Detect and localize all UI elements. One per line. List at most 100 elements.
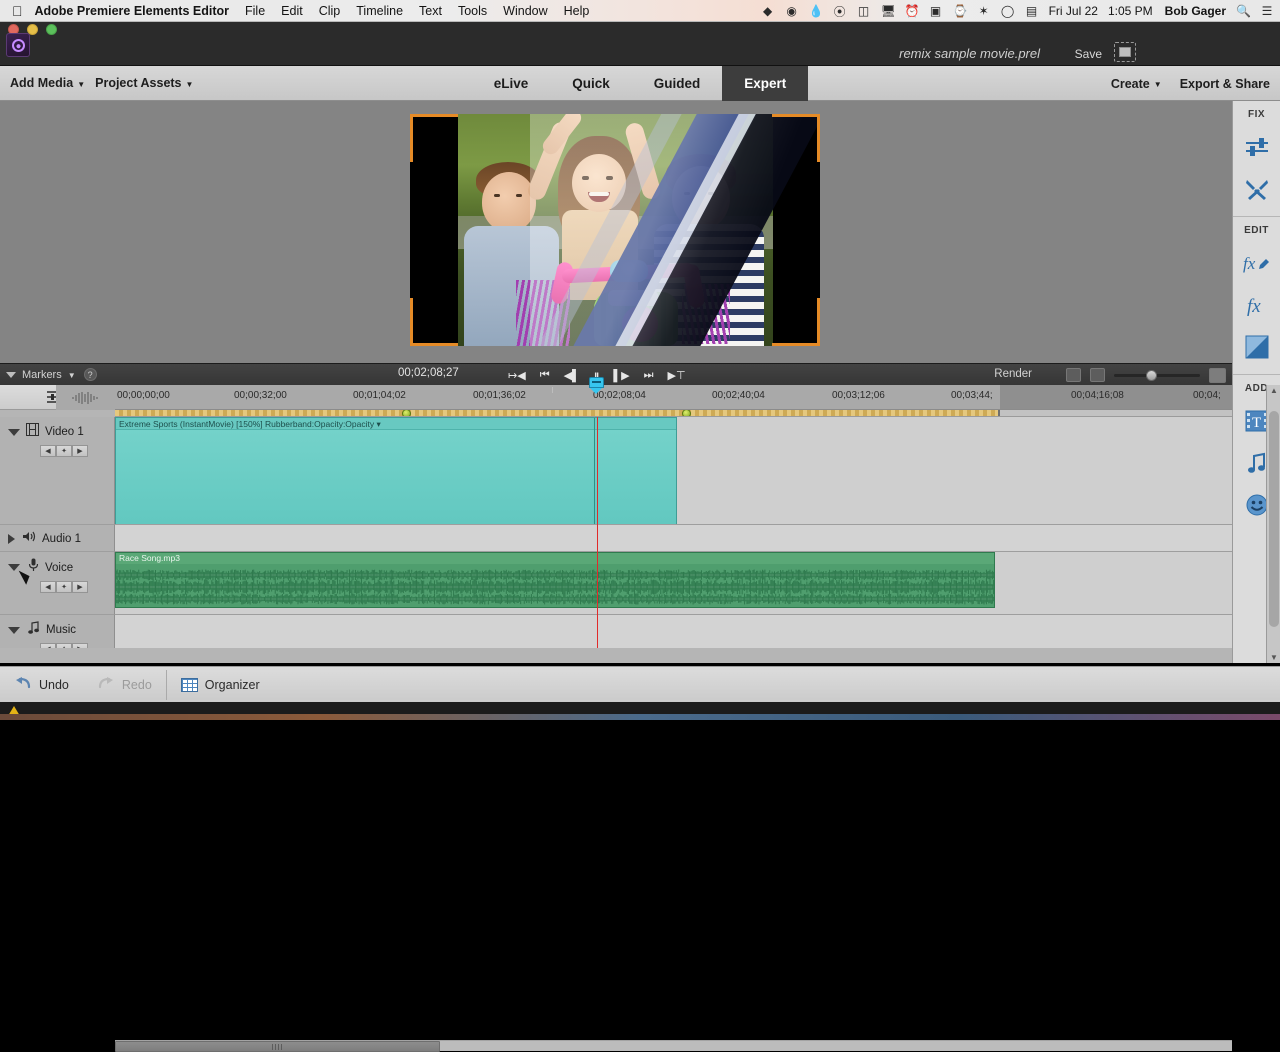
collapse-arrow-icon[interactable] (8, 429, 20, 436)
tab-guided[interactable]: Guided (632, 66, 723, 101)
fullscreen-icon[interactable] (1114, 42, 1136, 62)
tab-expert[interactable]: Expert (722, 66, 808, 101)
adjustments-sliders-icon[interactable] (1233, 126, 1280, 168)
save-button[interactable]: Save (1075, 47, 1102, 61)
battery-icon[interactable]: ◫ (857, 4, 871, 18)
transitions-icon[interactable] (1233, 326, 1280, 368)
fx-pencil-effects-icon[interactable]: fx (1233, 242, 1280, 284)
menu-user-name[interactable]: Bob Gager (1165, 4, 1226, 18)
scroll-up-arrow-icon[interactable]: ▲ (1270, 386, 1278, 395)
add-keyframe-icon[interactable]: ✦ (56, 643, 72, 648)
undo-arrow-icon (14, 676, 32, 694)
evernote-icon[interactable]: ⦿ (833, 3, 847, 20)
fx-icon[interactable]: fx (1233, 284, 1280, 326)
battery-charging-icon[interactable]: ▤ (1025, 4, 1039, 18)
track-body-audio-1[interactable] (115, 525, 1232, 552)
track-header-video-1[interactable]: Video 1 ◀ ✦ ▶ (0, 417, 115, 525)
tab-quick[interactable]: Quick (550, 66, 632, 101)
timeline-horizontal-scrollbar[interactable] (115, 1040, 1232, 1051)
audio-waveform-icon[interactable] (56, 385, 115, 410)
go-to-start-icon[interactable]: ⏮ (540, 369, 550, 382)
next-keyframe-icon[interactable]: ▶ (72, 445, 88, 457)
add-marker-icon[interactable]: ↦◀ (508, 369, 526, 382)
organizer-button[interactable]: Organizer (167, 667, 274, 703)
prev-keyframe-icon[interactable]: ◀ (40, 643, 56, 648)
apple-icon[interactable]:  (12, 4, 23, 18)
next-keyframe-icon[interactable]: ▶ (72, 643, 88, 648)
menu-help[interactable]: Help (564, 4, 590, 18)
child-center-teeth (589, 192, 609, 196)
wifi-icon[interactable]: ◯ (1001, 4, 1015, 18)
track-body-voice[interactable]: Race Song.mp3 (115, 552, 1232, 615)
menu-clip[interactable]: Clip (319, 4, 341, 18)
add-keyframe-icon[interactable]: ✦ (56, 445, 72, 457)
track-body-music[interactable] (115, 615, 1232, 648)
collapse-arrow-icon[interactable] (8, 627, 20, 634)
export-share-button[interactable]: Export & Share (1180, 77, 1270, 91)
redo-button[interactable]: Redo (83, 667, 166, 703)
video-clip-extreme-sports[interactable]: Extreme Sports (InstantMovie) [150%] Rub… (115, 417, 677, 525)
add-text-icon[interactable]: ▶⊤ (668, 369, 686, 382)
track-body-video-1[interactable]: Extreme Sports (InstantMovie) [150%] Rub… (115, 417, 1232, 525)
go-to-end-icon[interactable]: ⏭ (644, 369, 654, 382)
current-time-indicator[interactable] (589, 377, 604, 394)
track-header-voice[interactable]: Voice ◀ ✦ ▶ (0, 552, 115, 615)
child-right-eye (708, 192, 714, 195)
display-icon[interactable]: 🖥 (881, 4, 895, 18)
add-keyframe-icon[interactable]: ✦ (56, 581, 72, 593)
bluetooth-icon[interactable]: ✶ (977, 4, 991, 18)
clock-icon[interactable]: ⌚ (953, 4, 967, 18)
notification-center-icon[interactable]: ☰ (1260, 4, 1274, 18)
organizer-grid-icon (181, 678, 198, 692)
current-timecode[interactable]: 00;02;08;27 (398, 367, 459, 379)
tools-wrench-screwdriver-icon[interactable] (1233, 168, 1280, 210)
render-bar-icon[interactable] (1090, 368, 1105, 382)
ruler-tick: 00;01;36;02 (473, 390, 526, 401)
track-header-audio-1[interactable]: Audio 1 (0, 525, 115, 552)
record-icon[interactable]: ◉ (785, 4, 799, 18)
expand-arrow-icon[interactable] (8, 534, 15, 544)
step-back-icon[interactable]: ◀▌ (564, 369, 580, 382)
tab-elive[interactable]: eLive (472, 66, 551, 101)
menu-window[interactable]: Window (503, 4, 547, 18)
next-keyframe-icon[interactable]: ▶ (72, 581, 88, 593)
work-area-bar[interactable] (115, 410, 1232, 417)
undo-button[interactable]: Undo (0, 667, 83, 703)
timeline-keyframe-marker[interactable] (682, 410, 691, 417)
airplay-icon[interactable]: ▣ (929, 4, 943, 18)
prev-keyframe-icon[interactable]: ◀ (40, 445, 56, 457)
scrollbar-thumb-horizontal[interactable] (115, 1041, 440, 1052)
zoom-max-icon[interactable] (1209, 368, 1226, 383)
playhead-line[interactable] (597, 417, 598, 648)
menu-text[interactable]: Text (419, 4, 442, 18)
zoom-slider[interactable] (1114, 374, 1200, 377)
timeline-vertical-scrollbar[interactable]: ▲ ▼ (1266, 385, 1280, 663)
menu-timeline[interactable]: Timeline (356, 4, 403, 18)
menu-app-name[interactable]: Adobe Premiere Elements Editor (35, 4, 230, 18)
markers-dropdown[interactable]: Markers ▼ (6, 369, 76, 381)
droplet-icon[interactable]: 💧 (809, 4, 823, 18)
menu-file[interactable]: File (245, 4, 265, 18)
search-icon[interactable]: 🔍 (1236, 4, 1250, 18)
step-forward-icon[interactable]: ▌▶ (613, 369, 629, 382)
audio-clip-race-song[interactable]: Race Song.mp3 (115, 552, 995, 608)
child-left-eye (494, 194, 500, 197)
menu-tools[interactable]: Tools (458, 4, 487, 18)
prev-keyframe-icon[interactable]: ◀ (40, 581, 56, 593)
fit-to-window-icon[interactable] (1066, 368, 1081, 382)
timeline-ruler[interactable]: 00;00;00;00 00;00;32;00 00;01;04;02 00;0… (115, 385, 1232, 410)
work-area-end-handle[interactable] (998, 410, 1000, 417)
scrollbar-thumb-vertical[interactable] (1269, 411, 1279, 627)
timeline-keyframe-marker[interactable] (402, 410, 411, 417)
work-area-range[interactable] (115, 410, 1000, 416)
create-button[interactable]: Create ▼ (1111, 77, 1162, 91)
track-header-music[interactable]: Music ◀ ✦ ▶ (0, 615, 115, 648)
scroll-down-arrow-icon[interactable]: ▼ (1270, 653, 1278, 662)
menu-edit[interactable]: Edit (281, 4, 303, 18)
dropbox-icon[interactable]: ◆ (761, 4, 775, 18)
zoom-slider-handle[interactable] (1146, 370, 1157, 381)
maximize-window-button[interactable] (46, 24, 57, 35)
preview-screen[interactable] (410, 114, 820, 346)
help-question-icon[interactable]: ? (84, 368, 97, 381)
render-button[interactable]: Render (994, 368, 1032, 380)
